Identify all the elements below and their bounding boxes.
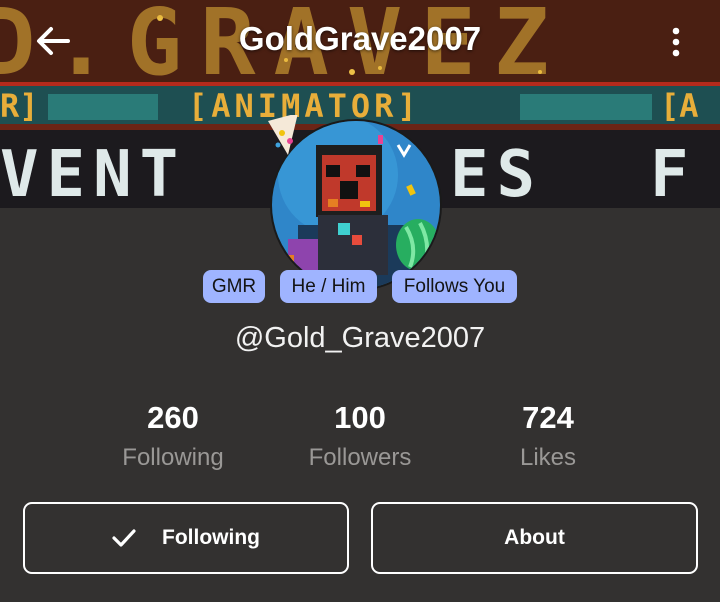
more-vertical-icon: [672, 27, 680, 57]
stat-followers-label: Followers: [308, 444, 412, 471]
banner-bottom-mid: ES: [450, 138, 543, 208]
about-button-label: About: [504, 526, 565, 549]
stat-followers-value: 100: [334, 400, 386, 435]
stat-likes-value: 724: [522, 400, 574, 435]
stat-following-label: Following: [122, 444, 224, 471]
page-title: GoldGrave2007: [238, 20, 482, 57]
stat-likes-label: Likes: [519, 444, 577, 471]
badge-row: GMR He / Him Follows You: [0, 270, 720, 304]
following-button[interactable]: Following: [23, 502, 349, 574]
more-menu-button[interactable]: [660, 22, 692, 62]
banner-bottom-left: VENT: [0, 138, 186, 208]
banner-bottom-right: F: [650, 138, 689, 208]
stat-following[interactable]: 260 Following: [83, 400, 263, 472]
badge-follows-you: Follows You: [392, 270, 517, 303]
stat-likes[interactable]: 724 Likes: [458, 400, 638, 472]
banner-middle-right: [A: [660, 87, 699, 125]
banner-middle-left: R]: [0, 87, 39, 125]
stat-followers[interactable]: 100 Followers: [270, 400, 450, 472]
user-handle: @Gold_Grave2007: [234, 322, 486, 354]
about-button[interactable]: About: [371, 502, 698, 574]
badge-pronouns: He / Him: [280, 270, 377, 303]
badge-gmr: GMR: [203, 270, 265, 303]
checkmark-icon: [112, 529, 136, 547]
top-bar: GoldGrave2007: [0, 0, 720, 84]
following-button-label: Following: [162, 526, 260, 549]
stat-following-value: 260: [147, 400, 199, 435]
